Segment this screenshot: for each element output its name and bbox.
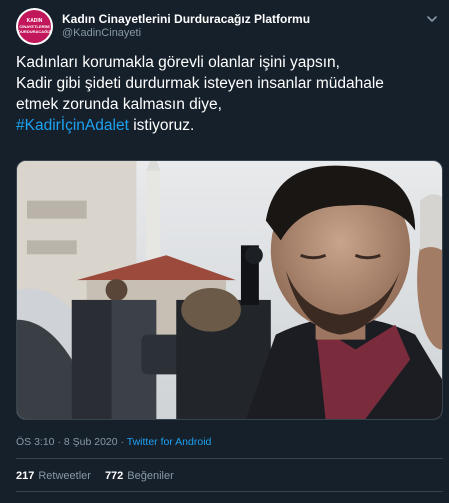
tweet-line-1: Kadınları korumakla görevli olanlar işin…	[16, 54, 340, 71]
chevron-down-icon[interactable]	[425, 12, 439, 26]
hashtag-link[interactable]: #KadirİçinAdalet	[16, 117, 129, 134]
avatar[interactable]: KADIN CİNAYETLERİNİ DURDURACAĞIZ	[16, 8, 53, 45]
account-name[interactable]: Kadın Cinayetlerini Durduracağız Platfor…	[62, 12, 310, 26]
likes-stat[interactable]: 772 Beğeniler	[105, 470, 174, 482]
tweet-line-2: Kadir gibi şideti durdurmak isteyen insa…	[16, 75, 384, 92]
avatar-logo: KADIN CİNAYETLERİNİ DURDURACAĞIZ	[18, 10, 51, 43]
meta-separator: ·	[57, 436, 61, 448]
meta-separator-2: ·	[120, 436, 125, 448]
tweet: KADIN CİNAYETLERİNİ DURDURACAĞIZ Kadın C…	[0, 0, 449, 503]
tweet-source-link[interactable]: Twitter for Android	[127, 436, 212, 448]
divider-bottom	[16, 491, 443, 492]
likes-count: 772	[104, 470, 124, 482]
tweet-photo[interactable]	[16, 160, 443, 420]
retweets-count: 217	[16, 470, 35, 482]
likes-label: Beğeniler	[127, 470, 174, 482]
retweets-label: Retweetler	[38, 470, 91, 482]
tweet-meta: ÖS 3:10 · 8 Şub 2020 · Twitter for Andro…	[16, 436, 211, 448]
divider-top	[16, 458, 443, 459]
retweets-stat[interactable]: 217 Retweetler	[16, 470, 91, 482]
tweet-time[interactable]: ÖS 3:10	[16, 436, 55, 448]
avatar-text-3: DURDURACAĞIZ	[18, 29, 51, 34]
tweet-text: Kadınları korumakla görevli olanlar işin…	[16, 52, 436, 136]
tweet-stats: 217 Retweetler 772 Beğeniler	[16, 470, 174, 482]
tweet-line-3: etmek zorunda kalmasın diye,	[16, 96, 222, 113]
tweet-date[interactable]: 8 Şub 2020	[64, 436, 118, 448]
tweet-line-4-rest: istiyoruz.	[133, 117, 195, 134]
tweet-line-4: #KadirİçinAdalet istiyoruz.	[16, 115, 436, 136]
photo-illustration	[17, 161, 442, 419]
account-handle[interactable]: @KadinCinayeti	[62, 27, 141, 39]
